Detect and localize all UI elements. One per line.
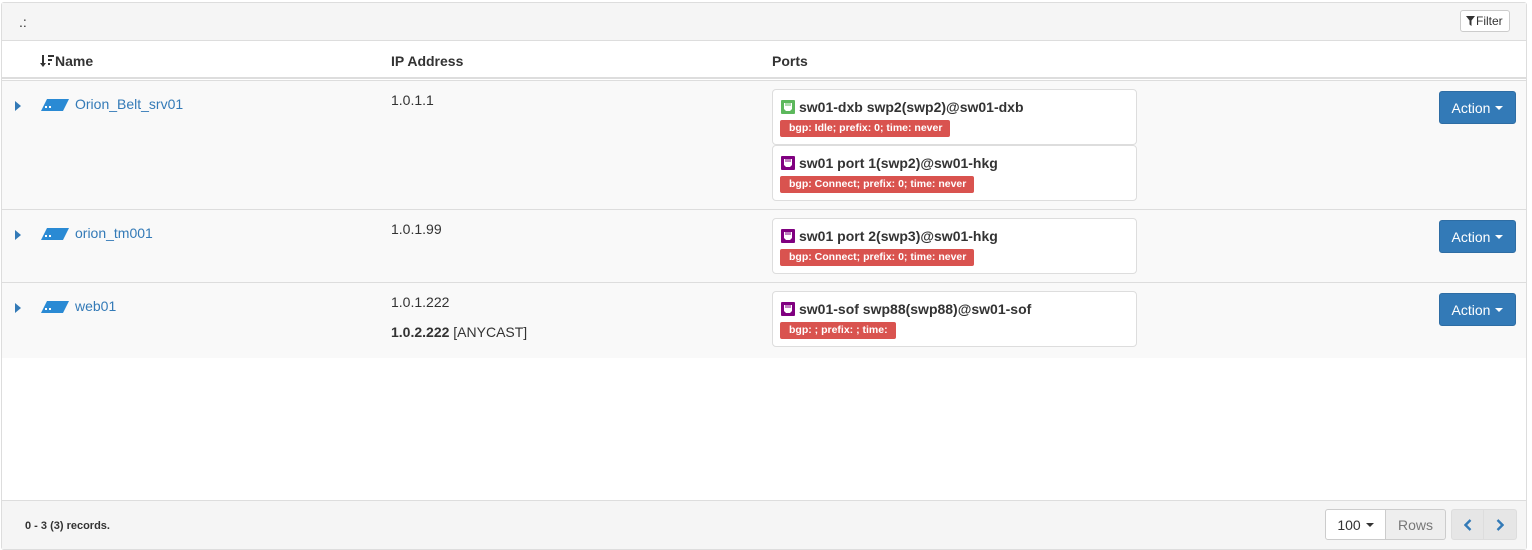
column-header-name[interactable]: Name	[40, 53, 93, 69]
action-button-label: Action	[1451, 228, 1491, 245]
port-card: sw01 port 2(swp3)@sw01-hkg bgp: Connect;…	[772, 218, 1137, 274]
action-dropdown-button[interactable]: Action	[1439, 293, 1516, 326]
bgp-status-badge: bgp: Idle; prefix: 0; time: never	[780, 120, 951, 137]
table-row: orion_tm001 1.0.1.99 sw01 port 2(swp3)@s…	[2, 209, 1526, 282]
server-device-icon	[41, 99, 69, 111]
panel-header: .: Filter	[2, 3, 1526, 41]
sort-alpha-icon	[40, 54, 54, 67]
server-device-icon	[41, 228, 69, 240]
table-header: Name IP Address Ports	[2, 41, 1526, 79]
panel-title: .:	[19, 14, 27, 30]
port-card: sw01-dxb swp2(swp2)@sw01-dxb bgp: Idle; …	[772, 89, 1137, 145]
expand-row-caret[interactable]	[13, 99, 23, 113]
caret-down-icon	[1495, 307, 1504, 312]
bgp-status-badge: bgp: Connect; prefix: 0; time: never	[780, 249, 975, 266]
next-page-button[interactable]	[1484, 509, 1517, 540]
ip-address: 1.0.1.1	[391, 92, 434, 108]
anycast-tag: [ANYCAST]	[453, 324, 528, 340]
port-icon-green	[781, 100, 795, 114]
caret-down-icon	[1495, 234, 1504, 239]
pagination	[1451, 509, 1517, 540]
table-row: web01 1.0.1.222 1.0.2.222 [ANYCAST] sw01…	[2, 282, 1526, 358]
ip-address: 1.0.1.222	[391, 294, 450, 310]
port-title: sw01 port 2(swp3)@sw01-hkg	[799, 228, 998, 244]
rows-label: Rows	[1386, 509, 1446, 540]
expand-row-caret[interactable]	[13, 301, 23, 315]
caret-right-icon	[15, 230, 21, 240]
column-header-ip: IP Address	[391, 53, 464, 69]
chevron-right-icon	[1496, 518, 1504, 531]
action-button-label: Action	[1451, 301, 1491, 318]
ip-address: 1.0.1.99	[391, 221, 442, 237]
panel-footer: 0 - 3 (3) records. 100 Rows	[2, 500, 1526, 549]
device-name-link[interactable]: orion_tm001	[75, 225, 153, 241]
action-dropdown-button[interactable]: Action	[1439, 220, 1516, 253]
anycast-ip-address: 1.0.2.222	[391, 324, 450, 340]
filter-button-label: Filter	[1476, 14, 1503, 28]
rows-per-page-select[interactable]: 100	[1325, 509, 1386, 540]
port-icon-purple	[781, 302, 795, 316]
port-title: sw01 port 1(swp2)@sw01-hkg	[799, 155, 998, 171]
port-card: sw01-sof swp88(swp88)@sw01-sof bgp: ; pr…	[772, 291, 1137, 347]
port-card: sw01 port 1(swp2)@sw01-hkg bgp: Connect;…	[772, 145, 1137, 201]
records-count: 0 - 3 (3) records.	[25, 520, 110, 532]
caret-down-icon	[1495, 105, 1504, 110]
anycast-ip: 1.0.2.222 [ANYCAST]	[391, 324, 527, 340]
port-title: sw01-sof swp88(swp88)@sw01-sof	[799, 301, 1032, 317]
expand-row-caret[interactable]	[13, 228, 23, 242]
chevron-left-icon	[1463, 518, 1471, 531]
port-title: sw01-dxb swp2(swp2)@sw01-dxb	[799, 99, 1024, 115]
action-button-label: Action	[1451, 99, 1491, 116]
caret-down-icon	[1365, 522, 1374, 527]
table-row: Orion_Belt_srv01 1.0.1.1 sw01-dxb swp2(s…	[2, 80, 1526, 209]
port-icon-purple	[781, 229, 795, 243]
server-device-icon	[41, 301, 69, 313]
bgp-status-badge: bgp: Connect; prefix: 0; time: never	[780, 176, 975, 193]
rows-per-page-value: 100	[1337, 516, 1361, 533]
bgp-status-badge: bgp: ; prefix: ; time:	[780, 322, 896, 339]
filter-icon	[1466, 16, 1475, 26]
column-header-name-label: Name	[55, 53, 94, 69]
column-header-ports: Ports	[772, 53, 808, 69]
device-name-link[interactable]: web01	[75, 298, 116, 314]
devices-panel: .: Filter Name IP Address Ports Orion_Be…	[1, 2, 1527, 550]
caret-right-icon	[15, 101, 21, 111]
rows-per-page-group: 100 Rows	[1325, 509, 1446, 540]
device-name-link[interactable]: Orion_Belt_srv01	[75, 96, 183, 112]
filter-button[interactable]: Filter	[1460, 10, 1510, 32]
action-dropdown-button[interactable]: Action	[1439, 91, 1516, 124]
caret-right-icon	[15, 303, 21, 313]
port-icon-purple	[781, 156, 795, 170]
prev-page-button[interactable]	[1451, 509, 1484, 540]
